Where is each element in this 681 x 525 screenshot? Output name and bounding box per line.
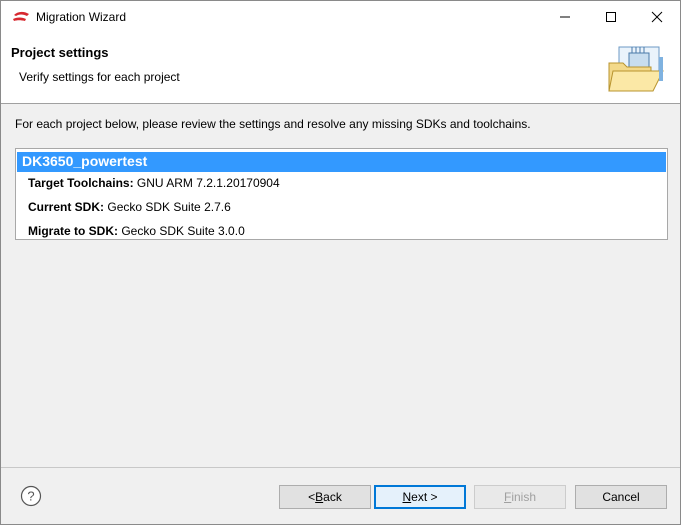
close-button[interactable] — [634, 1, 680, 33]
wizard-header: Project settings Verify settings for eac… — [1, 33, 680, 103]
next-button[interactable]: Next > — [374, 485, 466, 509]
target-toolchains-row: Target Toolchains: GNU ARM 7.2.1.2017090… — [28, 176, 280, 190]
close-icon — [651, 11, 663, 23]
window-title: Migration Wizard — [36, 10, 127, 24]
silabs-logo-icon — [13, 11, 29, 21]
svg-text:?: ? — [27, 489, 34, 504]
back-mnemonic: B — [315, 490, 324, 504]
finish-mnemonic: F — [503, 490, 512, 504]
back-button[interactable]: < Back — [279, 485, 371, 509]
cancel-button[interactable]: Cancel — [575, 485, 667, 509]
current-sdk-label: Current SDK: — [28, 200, 105, 214]
next-mnemonic: N — [402, 490, 412, 504]
maximize-button[interactable] — [588, 1, 634, 33]
current-sdk-row: Current SDK: Gecko SDK Suite 2.7.6 — [28, 200, 231, 214]
target-toolchains-label: Target Toolchains: — [28, 176, 134, 190]
migrate-sdk-row: Migrate to SDK: Gecko SDK Suite 3.0.0 — [28, 224, 245, 238]
project-list[interactable]: DK3650_powertest Target Toolchains: GNU … — [15, 148, 668, 240]
instruction-text: For each project below, please review th… — [15, 117, 531, 131]
minimize-icon — [560, 16, 570, 18]
migrate-sdk-value: Gecko SDK Suite 3.0.0 — [121, 224, 245, 238]
target-toolchains-value: GNU ARM 7.2.1.20170904 — [136, 176, 280, 190]
back-rest: ack — [323, 490, 342, 504]
finish-rest: inish — [511, 490, 537, 504]
finish-button[interactable]: Finish — [474, 485, 566, 509]
header-divider — [1, 103, 680, 104]
project-item-selected[interactable]: DK3650_powertest — [17, 152, 666, 172]
current-sdk-value: Gecko SDK Suite 2.7.6 — [107, 200, 231, 214]
maximize-icon — [606, 12, 616, 22]
folder-chip-icon — [608, 46, 664, 92]
project-name: DK3650_powertest — [22, 153, 148, 169]
page-subtitle: Verify settings for each project — [19, 70, 180, 84]
page-title: Project settings — [11, 45, 109, 60]
title-bar: Migration Wizard — [1, 1, 680, 33]
migrate-sdk-label: Migrate to SDK: — [28, 224, 118, 238]
next-rest: ext > — [411, 490, 438, 504]
footer-divider — [1, 467, 680, 468]
back-prefix: < — [308, 490, 316, 504]
help-icon[interactable]: ? — [20, 485, 42, 507]
migration-wizard-window: Migration Wizard Project settings Verify… — [0, 0, 681, 525]
minimize-button[interactable] — [542, 1, 588, 33]
